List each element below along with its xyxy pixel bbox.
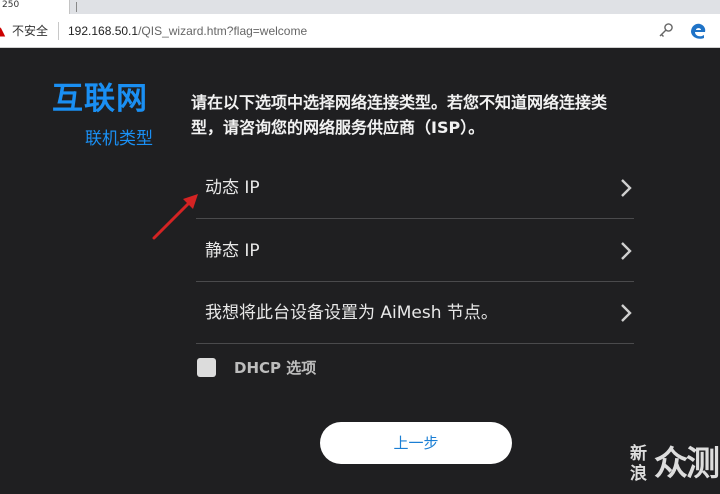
warning-icon: ▲: [0, 24, 6, 38]
chevron-right-icon: [621, 304, 632, 322]
chevron-right-icon: [621, 242, 632, 260]
url-text[interactable]: 192.168.50.1/QIS_wizard.htm?flag=welcome: [68, 23, 307, 39]
option-label: 动态 IP: [205, 178, 260, 198]
dhcp-checkbox[interactable]: [197, 358, 216, 377]
annotation-arrow-icon: [152, 194, 198, 240]
edge-browser-icon[interactable]: [688, 21, 708, 41]
url-host: 192.168.50.1: [68, 24, 139, 38]
page-title: 互联网: [52, 81, 148, 117]
watermark-big-text: 众测: [654, 444, 720, 484]
browser-tab[interactable]: 250: [0, 0, 70, 14]
tab-title: 250: [2, 0, 20, 10]
wizard-panel: 互联网 联机类型 请在以下选项中选择网络连接类型。若您不知道网络连接类型，请咨询…: [0, 48, 720, 494]
option-aimesh-node[interactable]: 我想将此台设备设置为 AiMesh 节点。: [196, 281, 634, 344]
option-label: 静态 IP: [205, 241, 260, 261]
chevron-right-icon: [621, 179, 632, 197]
address-bar[interactable]: ▲ 不安全 192.168.50.1/QIS_wizard.htm?flag=w…: [0, 14, 720, 48]
page-subtitle: 联机类型: [85, 129, 153, 149]
watermark-small-text: 新浪: [630, 444, 647, 484]
key-icon[interactable]: [657, 21, 675, 39]
previous-button[interactable]: 上一步: [320, 422, 512, 464]
tab-strip: 250: [0, 0, 720, 14]
watermark: 新浪 众测: [630, 442, 720, 490]
option-static-ip[interactable]: 静态 IP: [196, 219, 634, 282]
description-text: 请在以下选项中选择网络连接类型。若您不知道网络连接类型，请咨询您的网络服务供应商…: [191, 93, 608, 137]
url-path: /QIS_wizard.htm?flag=welcome: [138, 24, 308, 38]
option-label: 我想将此台设备设置为 AiMesh 节点。: [205, 303, 498, 323]
security-label[interactable]: 不安全: [12, 23, 48, 39]
option-dynamic-ip[interactable]: 动态 IP: [196, 156, 634, 219]
dhcp-label: DHCP 选项: [234, 359, 317, 377]
url-divider: [58, 22, 59, 40]
new-tab-button[interactable]: [76, 2, 77, 12]
